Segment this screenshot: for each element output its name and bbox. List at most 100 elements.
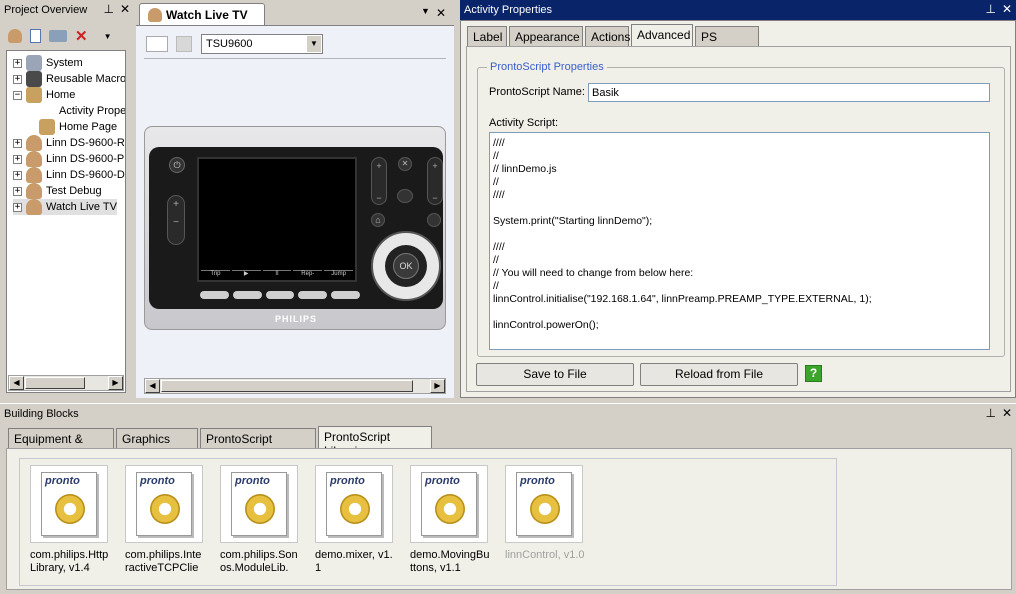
activity-properties-title: Activity Properties bbox=[464, 4, 553, 16]
expand-icon[interactable]: + bbox=[13, 202, 22, 212]
tree-item[interactable]: − Home bbox=[13, 87, 75, 103]
expand-icon[interactable]: + bbox=[13, 138, 22, 148]
prontoscript-name-input[interactable] bbox=[588, 83, 990, 102]
hard-button-row bbox=[200, 291, 360, 299]
tab-label[interactable]: Label bbox=[467, 26, 507, 46]
tab-actions[interactable]: Actions bbox=[585, 26, 630, 46]
chevron-down-icon[interactable]: ▼ bbox=[307, 36, 321, 52]
scroll-right-icon[interactable]: ▶ bbox=[108, 376, 123, 390]
hard-button[interactable] bbox=[331, 291, 360, 299]
person-icon[interactable] bbox=[8, 29, 22, 43]
expand-icon[interactable]: + bbox=[13, 170, 22, 180]
expand-icon[interactable]: + bbox=[13, 74, 22, 84]
collapse-icon[interactable]: − bbox=[13, 90, 22, 100]
power-button[interactable]: ⏻ bbox=[169, 157, 185, 173]
hard-button[interactable] bbox=[265, 291, 295, 299]
macros-gear-icon bbox=[26, 71, 42, 87]
hard-button[interactable] bbox=[232, 291, 262, 299]
delete-icon[interactable]: ✕ bbox=[75, 27, 88, 45]
mute-icon[interactable]: ✕ bbox=[398, 157, 412, 171]
tab-ps-libraries[interactable]: PS Libraries bbox=[695, 26, 759, 58]
dpad[interactable]: OK bbox=[371, 231, 441, 301]
device-view-icon[interactable] bbox=[176, 36, 192, 52]
new-page-icon[interactable] bbox=[30, 29, 41, 43]
library-item[interactable]: pronto com.philips.InteractiveTCPClie bbox=[125, 465, 215, 575]
remote-screen[interactable]: Trip ▶ II Rep- Jump bbox=[197, 157, 357, 282]
gear-icon bbox=[530, 494, 560, 524]
volume-rocker[interactable]: + − bbox=[371, 157, 387, 205]
editor-horizontal-scrollbar[interactable]: ◀ ▶ bbox=[144, 378, 446, 394]
tab-prontoscript-libraries[interactable]: ProntoScript Libraries bbox=[318, 426, 432, 458]
pin-icon[interactable]: ⊥ bbox=[103, 2, 113, 16]
pin-icon[interactable]: ⊥ bbox=[985, 406, 995, 420]
tree-item[interactable]: Home Page bbox=[39, 119, 117, 135]
scroll-left-icon[interactable]: ◀ bbox=[9, 376, 24, 390]
save-to-file-button[interactable]: Save to File bbox=[476, 363, 634, 386]
hard-button[interactable] bbox=[200, 291, 229, 299]
add-device-icon[interactable] bbox=[49, 30, 67, 42]
tree-item[interactable]: + Linn DS-9600-D bbox=[13, 167, 125, 183]
system-icon bbox=[26, 55, 42, 71]
menu-button[interactable] bbox=[397, 189, 413, 203]
channel-rocker[interactable]: + − bbox=[427, 157, 443, 205]
editor-canvas: TSU9600 ▼ ⏻ + − Trip ▶ II Rep- Jump + − … bbox=[136, 25, 454, 398]
ok-button[interactable]: OK bbox=[393, 253, 419, 279]
tree-item[interactable]: + Test Debug bbox=[13, 183, 102, 199]
close-icon[interactable]: ✕ bbox=[1002, 2, 1012, 16]
scroll-right-icon[interactable]: ▶ bbox=[430, 379, 445, 393]
scroll-thumb[interactable] bbox=[161, 380, 413, 392]
tree-item[interactable]: Activity Properties bbox=[39, 103, 125, 119]
soft-button[interactable]: Jump bbox=[324, 270, 353, 278]
remote-device: ⏻ + − Trip ▶ II Rep- Jump + − + − ✕ ⌂ OK… bbox=[144, 126, 446, 330]
library-label: com.philips.Sonos.ModuleLib. bbox=[220, 549, 298, 574]
soft-button[interactable]: ▶ bbox=[231, 270, 261, 278]
soft-button[interactable]: II bbox=[262, 270, 292, 278]
editor-tab[interactable]: Watch Live TV bbox=[139, 3, 265, 25]
page-rocker[interactable]: + − bbox=[167, 195, 185, 245]
library-item[interactable]: pronto demo.mixer, v1.1 bbox=[315, 465, 405, 575]
tab-advanced[interactable]: Advanced bbox=[631, 24, 693, 46]
home-icon bbox=[26, 87, 42, 103]
library-item[interactable]: pronto com.philips.Sonos.ModuleLib. bbox=[220, 465, 310, 575]
tab-equipment-codes[interactable]: Equipment & Codes bbox=[8, 428, 114, 460]
library-item[interactable]: pronto demo.MovingButtons, v1.1 bbox=[410, 465, 500, 575]
library-label: com.philips.HttpLibrary, v1.4 bbox=[30, 549, 109, 574]
tab-prontoscript-modules[interactable]: ProntoScript Modules bbox=[200, 428, 316, 460]
dropdown-arrow-icon[interactable]: ▼ bbox=[104, 32, 112, 41]
back-button[interactable] bbox=[427, 213, 441, 227]
home-icon[interactable]: ⌂ bbox=[371, 213, 385, 227]
device-select[interactable]: TSU9600 ▼ bbox=[201, 34, 323, 54]
grid-icon[interactable] bbox=[146, 36, 168, 52]
close-tab-icon[interactable]: ✕ bbox=[436, 6, 446, 20]
project-tree: + System + Reusable Macros − Home Activity Pro… bbox=[6, 50, 126, 393]
library-item[interactable]: pronto com.philips.HttpLibrary, v1.4 bbox=[30, 465, 120, 575]
library-thumbnail: pronto bbox=[505, 465, 583, 543]
tree-horizontal-scrollbar[interactable]: ◀ ▶ bbox=[8, 375, 124, 391]
tree-item[interactable]: + Reusable Macros bbox=[13, 71, 125, 87]
library-item[interactable]: pronto linnControl, v1.0 bbox=[505, 465, 595, 562]
scroll-left-icon[interactable]: ◀ bbox=[145, 379, 160, 393]
tree-item[interactable]: + Watch Live TV bbox=[13, 199, 117, 215]
scroll-thumb[interactable] bbox=[25, 377, 85, 389]
help-icon[interactable]: ? bbox=[805, 365, 822, 382]
tree-item[interactable]: + Linn DS-9600-R bbox=[13, 135, 125, 151]
reload-from-file-button[interactable]: Reload from File bbox=[640, 363, 798, 386]
tree-item[interactable]: + System bbox=[13, 55, 83, 71]
activity-script-editor[interactable]: //// // // linnDemo.js // //// System.pr… bbox=[489, 132, 990, 350]
soft-button[interactable]: Rep- bbox=[293, 270, 323, 278]
close-icon[interactable]: ✕ bbox=[1002, 406, 1012, 420]
expand-icon[interactable]: + bbox=[13, 186, 22, 196]
expand-icon[interactable]: + bbox=[13, 154, 22, 164]
tab-graphics-gallery[interactable]: Graphics Gallery bbox=[116, 428, 198, 460]
tab-appearance[interactable]: Appearance bbox=[509, 26, 583, 46]
hard-button[interactable] bbox=[298, 291, 328, 299]
tab-list-icon[interactable]: ▼ bbox=[421, 6, 430, 20]
person-icon bbox=[26, 199, 42, 215]
soft-button[interactable]: Trip bbox=[201, 270, 230, 278]
advanced-tab-content: ProntoScript Properties ProntoScript Nam… bbox=[466, 46, 1011, 392]
expand-icon[interactable]: + bbox=[13, 58, 22, 68]
close-icon[interactable]: ✕ bbox=[120, 2, 130, 16]
pin-icon[interactable]: ⊥ bbox=[985, 2, 995, 16]
tree-item[interactable]: + Linn DS-9600-P bbox=[13, 151, 124, 167]
library-label: demo.mixer, v1.1 bbox=[315, 549, 393, 574]
